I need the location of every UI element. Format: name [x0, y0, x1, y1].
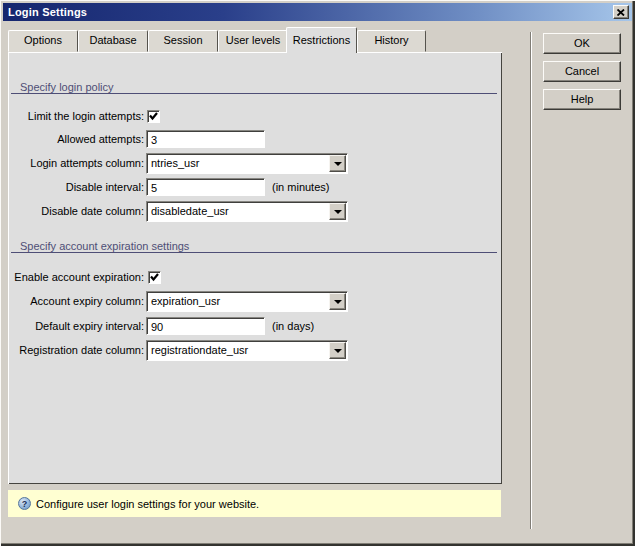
info-bar: ? Configure user login settings for your… — [8, 490, 501, 517]
tab-history[interactable]: History — [357, 30, 426, 52]
ok-button[interactable]: OK — [543, 33, 621, 54]
checkmark-icon — [149, 112, 158, 121]
info-message: Configure user login settings for your w… — [36, 498, 259, 510]
default-expiry-interval-suffix: (in days) — [272, 320, 314, 333]
limit-login-attempts-checkbox[interactable] — [147, 110, 160, 123]
close-button[interactable] — [613, 5, 629, 19]
disable-date-column-select[interactable]: disabledate_usr — [146, 201, 348, 222]
login-attempts-column-label: Login attempts column: — [8, 157, 144, 170]
enable-account-expiration-checkbox[interactable] — [148, 271, 161, 284]
disable-interval-suffix: (in minutes) — [272, 181, 329, 194]
tab-session[interactable]: Session — [148, 30, 218, 52]
limit-login-attempts-label: Limit the login attempts: — [8, 110, 144, 123]
cancel-button[interactable]: Cancel — [543, 61, 621, 82]
login-attempts-column-select[interactable]: ntries_usr — [146, 153, 348, 174]
vertical-divider — [530, 32, 532, 529]
registration-date-column-select[interactable]: registrationdate_usr — [146, 340, 348, 361]
dropdown-arrow-icon[interactable] — [329, 293, 346, 310]
default-expiry-interval-input[interactable] — [146, 317, 265, 335]
dropdown-arrow-icon[interactable] — [329, 155, 346, 172]
section-heading-account-expiration: Specify account expiration settings — [11, 240, 497, 253]
help-button[interactable]: Help — [543, 89, 621, 110]
enable-account-expiration-label: Enable account expiration: — [8, 271, 144, 284]
default-expiry-interval-label: Default expiry interval: — [8, 320, 144, 333]
window-title: Login Settings — [3, 6, 87, 18]
title-bar[interactable]: Login Settings — [3, 3, 632, 21]
login-settings-dialog: Login Settings Options Database Session … — [0, 0, 635, 546]
tab-database[interactable]: Database — [78, 30, 148, 52]
account-expiry-column-select[interactable]: expiration_usr — [146, 291, 348, 312]
disable-interval-label: Disable interval: — [8, 181, 144, 194]
tab-restrictions[interactable]: Restrictions — [286, 27, 357, 53]
allowed-attempts-input[interactable] — [146, 130, 265, 148]
section-heading-login-policy: Specify login policy — [11, 81, 497, 94]
close-icon — [617, 9, 625, 16]
dropdown-arrow-icon[interactable] — [329, 203, 346, 220]
allowed-attempts-label: Allowed attempts: — [8, 133, 144, 146]
registration-date-column-label: Registration date column: — [8, 344, 144, 357]
checkmark-icon — [150, 273, 159, 282]
tab-user-levels[interactable]: User levels — [218, 30, 288, 52]
disable-interval-input[interactable] — [146, 178, 265, 196]
disable-date-column-label: Disable date column: — [8, 205, 144, 218]
account-expiry-column-label: Account expiry column: — [8, 295, 144, 308]
dropdown-arrow-icon[interactable] — [329, 342, 346, 359]
tab-options[interactable]: Options — [8, 30, 78, 52]
help-icon: ? — [18, 497, 31, 510]
